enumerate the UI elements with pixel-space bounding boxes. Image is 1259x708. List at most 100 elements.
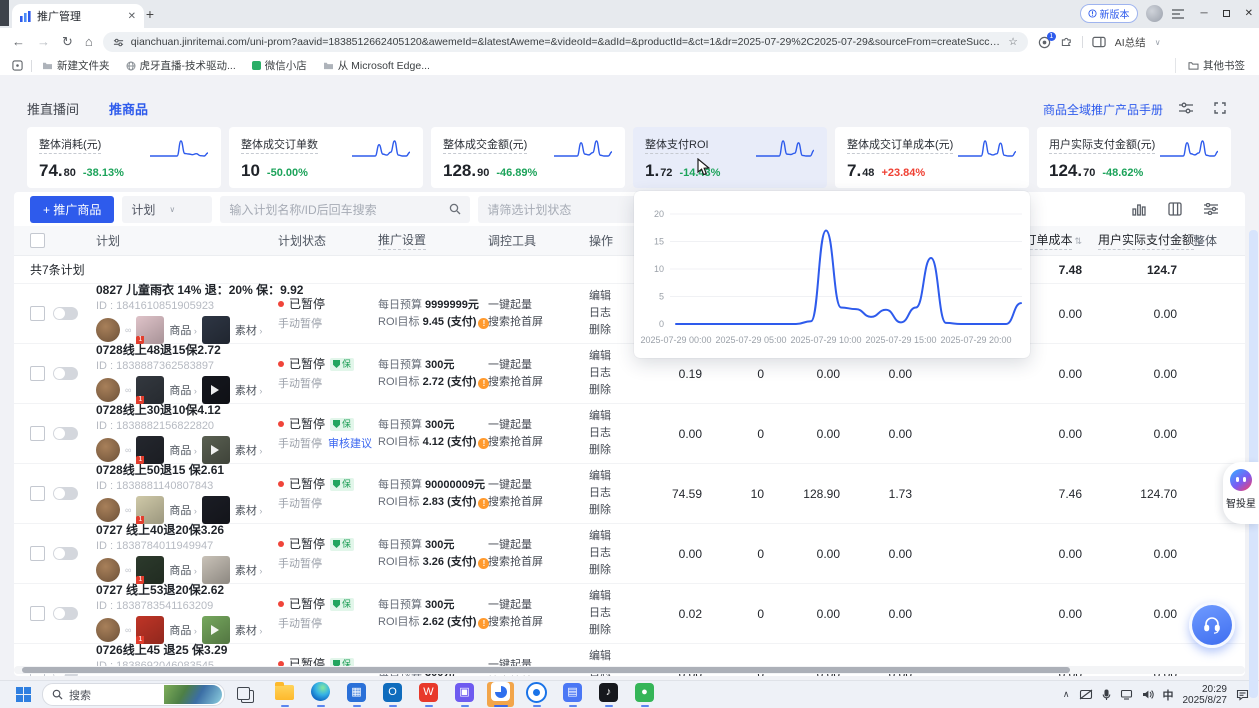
tool-search-link[interactable]: 搜索抢首屏 [488, 434, 577, 451]
column-header-status[interactable]: 计划状态 [278, 232, 326, 249]
chevron-down-icon[interactable]: ∨ [1155, 38, 1161, 47]
product-thumbnail[interactable]: 1 [136, 376, 164, 404]
select-all-checkbox[interactable] [30, 233, 45, 248]
browser-menu-icon[interactable] [1171, 8, 1185, 20]
material-link[interactable]: 素材 › [235, 622, 263, 638]
product-link[interactable]: 商品 › [169, 502, 197, 518]
tool-boost-link[interactable]: 一键起量 [488, 597, 577, 614]
plan-title[interactable]: 0728线上50退15 保2.61 [96, 463, 262, 478]
tool-search-link[interactable]: 搜索抢首屏 [488, 614, 577, 631]
bookmark-star-icon[interactable]: ☆ [1008, 36, 1017, 48]
tool-boost-link[interactable]: 一键起量 [488, 537, 577, 554]
window-close-button[interactable]: ✕ [1245, 8, 1253, 19]
delete-link[interactable]: 删除 [589, 502, 636, 519]
delete-link[interactable]: 删除 [589, 622, 636, 639]
site-settings-icon[interactable] [113, 37, 124, 48]
table-settings-icon[interactable] [1199, 197, 1223, 221]
review-suggestion-link[interactable]: 审核建议 [328, 435, 372, 451]
product-link[interactable]: 商品 › [169, 322, 197, 338]
product-thumbnail[interactable]: 1 [136, 436, 164, 464]
taskbar-search[interactable]: 搜索 [42, 683, 225, 706]
edit-link[interactable]: 编辑 [589, 288, 636, 305]
metrics-chart-icon[interactable] [1127, 197, 1151, 221]
column-header-m6[interactable]: 用户实际支付金额 [1098, 231, 1194, 250]
home-icon[interactable]: ⌂ [85, 34, 93, 50]
taskbar-app-microsoft-store[interactable]: ▦ [343, 682, 370, 707]
new-version-badge[interactable]: 新版本 [1080, 4, 1138, 23]
row-enable-toggle[interactable] [53, 307, 78, 320]
delete-link[interactable]: 删除 [589, 322, 636, 339]
material-thumbnail[interactable] [202, 616, 230, 644]
stat-card-0[interactable]: 整体消耗(元)74.80-38.13% [27, 127, 221, 188]
taskbar-app-purple-app[interactable]: ▣ [451, 682, 478, 707]
window-minimize-button[interactable]: ─ [1201, 8, 1208, 19]
tool-search-link[interactable]: 搜索抢首屏 [488, 494, 577, 511]
material-thumbnail[interactable] [202, 316, 230, 344]
search-icon[interactable] [449, 203, 461, 215]
log-link[interactable]: 日志 [589, 485, 636, 502]
fullscreen-icon[interactable] [1209, 98, 1231, 118]
product-thumbnail[interactable]: 1 [136, 616, 164, 644]
bookmark-item[interactable]: 新建文件夹 [42, 58, 110, 73]
window-maximize-button[interactable] [1222, 9, 1231, 18]
material-link[interactable]: 素材 › [235, 442, 263, 458]
extensions-puzzle-icon[interactable] [1060, 36, 1073, 49]
row-enable-toggle[interactable] [53, 367, 78, 380]
stat-card-5[interactable]: 用户实际支付金额(元)124.70-48.62% [1037, 127, 1231, 188]
scrollbar-thumb[interactable] [22, 667, 1070, 673]
back-icon[interactable]: ← [12, 34, 25, 50]
notification-icon[interactable] [1236, 689, 1249, 701]
tool-boost-link[interactable]: 一键起量 [488, 357, 577, 374]
new-tab-button[interactable]: + [142, 7, 158, 23]
plan-title[interactable]: 0728线上30退10保4.12 [96, 403, 262, 418]
material-thumbnail[interactable] [202, 496, 230, 524]
column-header-m7[interactable]: 整体 [1193, 232, 1217, 249]
taskbar-app-wps-office[interactable]: W [415, 682, 442, 707]
task-view-icon[interactable] [235, 686, 257, 704]
tool-boost-link[interactable]: 一键起量 [488, 477, 577, 494]
bookmark-item[interactable]: 虎牙直播-技术驱动... [126, 58, 236, 73]
delete-link[interactable]: 删除 [589, 442, 636, 459]
log-link[interactable]: 日志 [589, 605, 636, 622]
row-checkbox[interactable] [30, 486, 45, 501]
edit-link[interactable]: 编辑 [589, 408, 636, 425]
product-link[interactable]: 商品 › [169, 382, 197, 398]
page-tab-product[interactable]: 推商品 [109, 99, 148, 118]
horizontal-scrollbar[interactable] [14, 666, 1245, 674]
edit-link[interactable]: 编辑 [589, 468, 636, 485]
customer-service-button[interactable] [1189, 602, 1235, 648]
material-link[interactable]: 素材 › [235, 502, 263, 518]
tool-search-link[interactable]: 搜索抢首屏 [488, 374, 577, 391]
row-enable-toggle[interactable] [53, 607, 78, 620]
edit-link[interactable]: 编辑 [589, 348, 636, 365]
taskbar-app-wecom[interactable]: ● [631, 682, 658, 707]
row-enable-toggle[interactable] [53, 427, 78, 440]
taskbar-app-edge-browser[interactable] [307, 682, 334, 707]
log-link[interactable]: 日志 [589, 305, 636, 322]
log-link[interactable]: 日志 [589, 425, 636, 442]
material-thumbnail[interactable] [202, 556, 230, 584]
assistant-widget[interactable]: 智投星 [1223, 462, 1259, 524]
column-header-setting[interactable]: 推广设置 [378, 231, 426, 250]
ai-summary-label[interactable]: AI总结 [1115, 35, 1146, 50]
row-enable-toggle[interactable] [53, 547, 78, 560]
manual-link[interactable]: 商品全域推广产品手册 [1043, 101, 1163, 118]
start-button[interactable] [10, 684, 36, 706]
taskbar-app-qianchuan-app[interactable] [487, 682, 514, 707]
speaker-icon[interactable] [1142, 689, 1154, 700]
taskbar-app-blue-dot-app[interactable] [523, 682, 550, 707]
log-link[interactable]: 日志 [589, 365, 636, 382]
stat-card-3[interactable]: 整体支付ROI1.72-14.43% [633, 127, 827, 188]
custom-columns-icon[interactable] [1163, 197, 1187, 221]
taskbar-app-outlook[interactable]: O [379, 682, 406, 707]
product-thumbnail[interactable]: 1 [136, 316, 164, 344]
page-tab-live-room[interactable]: 推直播间 [27, 99, 79, 118]
filter-settings-icon[interactable] [1175, 98, 1197, 118]
material-link[interactable]: 素材 › [235, 322, 263, 338]
material-thumbnail[interactable] [202, 436, 230, 464]
row-checkbox[interactable] [30, 546, 45, 561]
tool-search-link[interactable]: 搜索抢首屏 [488, 554, 577, 571]
taskbar-app-file-explorer[interactable] [271, 682, 298, 707]
forward-icon[interactable]: → [37, 34, 50, 50]
stat-card-1[interactable]: 整体成交订单数10-50.00% [229, 127, 423, 188]
